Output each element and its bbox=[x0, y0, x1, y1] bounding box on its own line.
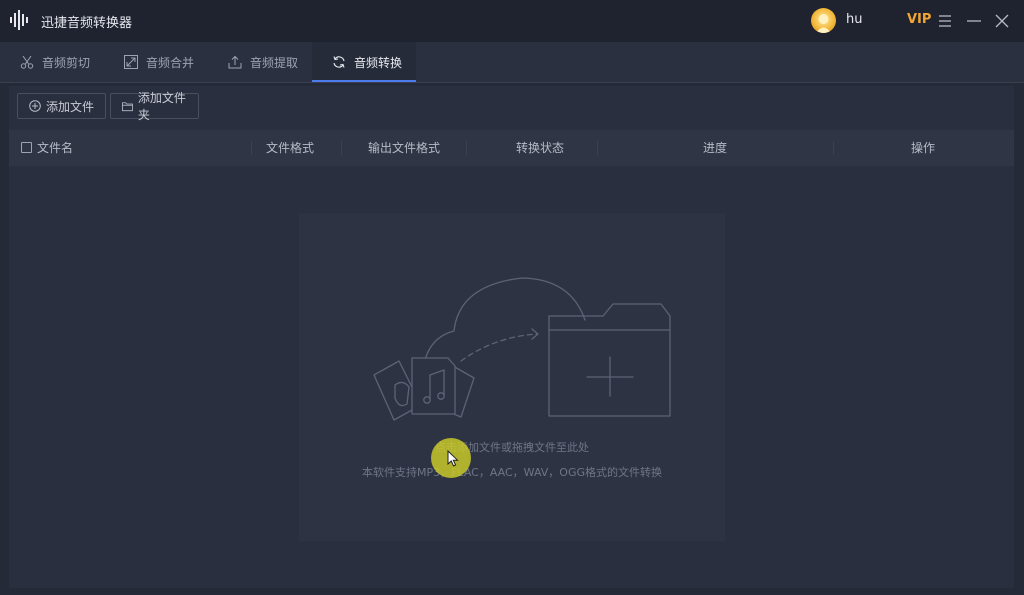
vip-badge[interactable]: VIP bbox=[907, 12, 931, 27]
tab-label: 音频剪切 bbox=[42, 55, 91, 70]
scissors-icon bbox=[20, 55, 34, 69]
app-logo-icon bbox=[10, 10, 28, 30]
add-folder-button[interactable]: 添加文件夹 bbox=[110, 91, 199, 122]
column-file-format: 文件格式 bbox=[266, 141, 315, 155]
drop-hint-primary: 点击添加文件或拖拽文件至此处 bbox=[435, 441, 589, 454]
column-divider bbox=[341, 141, 342, 155]
tab-bar: 音频剪切 音频合并 音频提取 音频转换 bbox=[0, 42, 1024, 83]
tab-audio-convert[interactable]: 音频转换 bbox=[312, 42, 416, 82]
column-divider bbox=[466, 141, 467, 155]
merge-icon bbox=[124, 55, 138, 69]
column-divider bbox=[251, 141, 252, 155]
tab-label: 音频合并 bbox=[146, 55, 195, 70]
tab-label: 音频提取 bbox=[250, 55, 299, 70]
tab-audio-cut[interactable]: 音频剪切 bbox=[20, 42, 90, 82]
user-name[interactable]: hu bbox=[846, 12, 862, 27]
column-status: 转换状态 bbox=[516, 141, 565, 155]
add-folder-label: 添加文件夹 bbox=[137, 91, 186, 122]
file-table-header: 文件名 文件格式 输出文件格式 转换状态 进度 操作 bbox=[9, 130, 1014, 166]
avatar-face-icon bbox=[816, 14, 831, 33]
menu-icon[interactable] bbox=[936, 12, 954, 30]
column-progress: 进度 bbox=[703, 141, 728, 155]
minimize-icon[interactable] bbox=[965, 12, 983, 30]
add-file-button[interactable]: 添加文件 bbox=[17, 93, 106, 119]
user-avatar[interactable] bbox=[811, 8, 836, 33]
tab-audio-extract[interactable]: 音频提取 bbox=[228, 42, 298, 82]
column-filename: 文件名 bbox=[37, 141, 74, 155]
column-divider bbox=[597, 141, 598, 155]
upload-icon bbox=[228, 55, 242, 69]
app-title: 迅捷音频转换器 bbox=[41, 16, 133, 31]
column-output-format: 输出文件格式 bbox=[368, 141, 441, 155]
column-divider bbox=[833, 141, 834, 155]
column-actions: 操作 bbox=[911, 141, 936, 155]
select-all-checkbox[interactable] bbox=[21, 142, 32, 153]
tab-label: 音频转换 bbox=[354, 55, 403, 70]
main-panel: 添加文件 添加文件夹 文件名 文件格式 输出文件格式 转换状态 进度 操作 点击… bbox=[9, 86, 1014, 588]
refresh-icon bbox=[333, 56, 345, 68]
tab-audio-merge[interactable]: 音频合并 bbox=[124, 42, 194, 82]
folder-icon bbox=[122, 101, 133, 111]
drop-zone[interactable]: 点击添加文件或拖拽文件至此处 本软件支持MP3，FLAC，AAC，WAV，OGG… bbox=[299, 213, 725, 541]
close-icon[interactable] bbox=[993, 12, 1011, 30]
drop-hint-formats: 本软件支持MP3，FLAC，AAC，WAV，OGG格式的文件转换 bbox=[361, 466, 662, 479]
mouse-pointer-icon bbox=[447, 450, 459, 467]
plus-circle-icon bbox=[29, 100, 41, 112]
add-file-label: 添加文件 bbox=[46, 99, 95, 114]
title-bar: 迅捷音频转换器 hu VIP bbox=[0, 0, 1024, 42]
cloud-upload-illustration-icon bbox=[373, 277, 671, 421]
